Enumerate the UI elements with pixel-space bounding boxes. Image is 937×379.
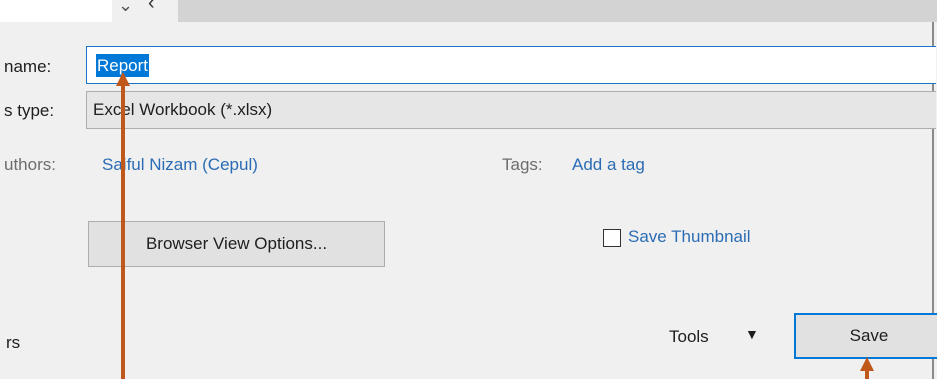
nav-address-box[interactable] [0, 0, 112, 22]
save-thumbnail-checkbox[interactable] [603, 229, 621, 247]
tags-label: Tags: [502, 155, 543, 174]
hide-folders-label[interactable]: rs [6, 333, 20, 353]
caret-down-icon[interactable]: ▼ [745, 326, 759, 342]
save-type-label: s type: [4, 101, 55, 120]
authors-label: uthors: [4, 155, 56, 174]
file-name-field[interactable] [86, 46, 936, 84]
chevron-down-icon[interactable]: ⌄ [118, 0, 133, 16]
browser-view-options-button[interactable]: Browser View Options... [88, 221, 385, 267]
annotation-arrow-name [121, 84, 125, 379]
add-tag-link[interactable]: Add a tag [572, 155, 645, 175]
chevron-left-icon[interactable]: ‹ [148, 0, 155, 14]
save-button[interactable]: Save [794, 313, 937, 359]
nav-search-area [178, 0, 937, 22]
annotation-arrow-save [865, 369, 869, 379]
authors-link[interactable]: Saiful Nizam (Cepul) [102, 155, 258, 175]
save-thumbnail-label[interactable]: Save Thumbnail [628, 227, 751, 247]
tools-button[interactable]: Tools [669, 327, 709, 347]
save-type-select[interactable]: Excel Workbook (*.xlsx) [86, 91, 936, 129]
file-name-label: name: [4, 57, 52, 76]
